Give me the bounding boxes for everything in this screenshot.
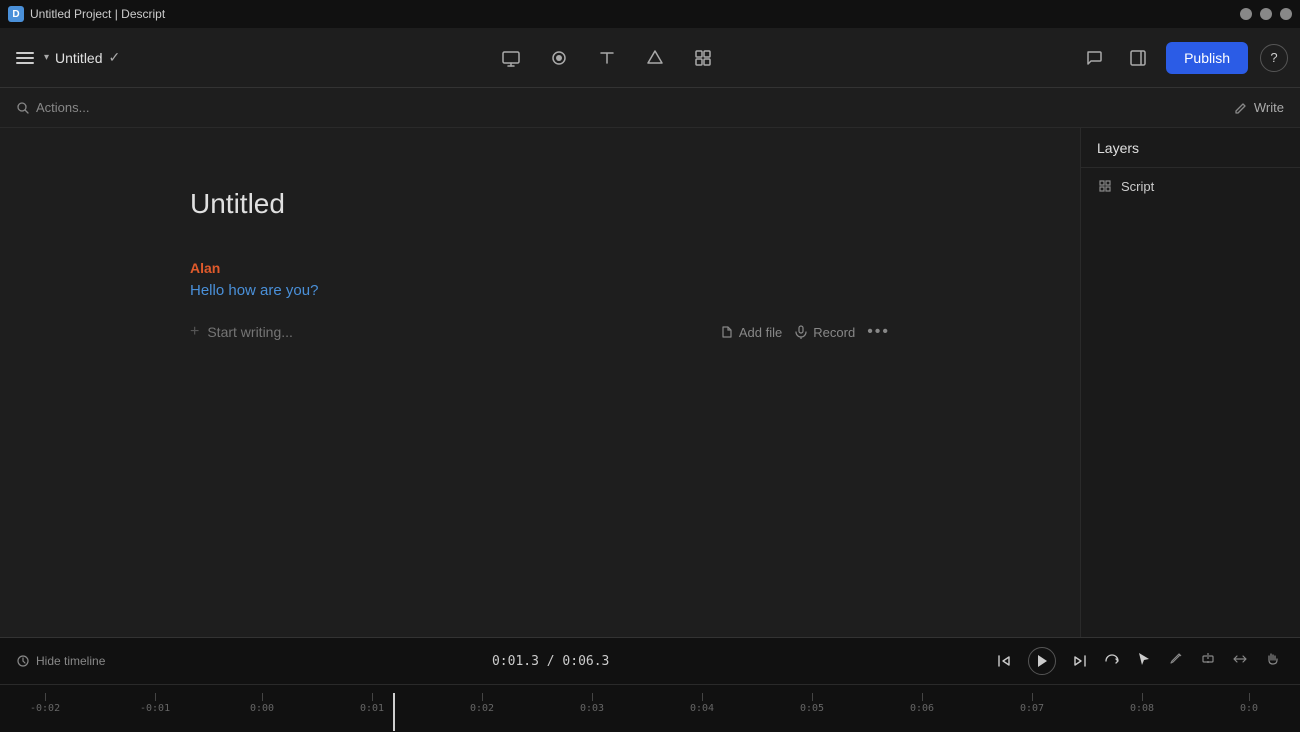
ruler-mark: 0:03 [580, 693, 604, 714]
app-icon: D [8, 6, 24, 22]
grid-button[interactable] [687, 42, 719, 74]
loop-button[interactable] [1104, 653, 1120, 669]
ruler-mark: 0:04 [690, 693, 714, 714]
cursor-icon [1136, 651, 1152, 667]
timeline-right-tools [1132, 647, 1284, 675]
hand-tool-button[interactable] [1260, 647, 1284, 675]
title-bar: D Untitled Project | Descript [0, 0, 1300, 28]
window-title: Untitled Project | Descript [30, 7, 165, 21]
menu-chevron[interactable]: ▾ [44, 52, 49, 63]
layers-header: Layers [1081, 128, 1300, 168]
write-actions: Add file Record ••• [720, 323, 890, 341]
timeline-time-display: 0:01.3 / 0:06.3 [117, 654, 984, 669]
save-status-icon: ✓ [109, 49, 121, 66]
toolbar-left: ▾ Untitled ✓ [12, 48, 120, 68]
timeline-icon [16, 654, 30, 668]
record-button[interactable] [543, 42, 575, 74]
ruler-mark: 0:06 [910, 693, 934, 714]
shape-button[interactable] [639, 42, 671, 74]
ruler-mark: 0:0 [1240, 693, 1258, 714]
dialogue-text[interactable]: Hello how are you? [190, 282, 890, 299]
timeline-area: Hide timeline 0:01.3 / 0:06.3 [0, 637, 1300, 732]
speaker-label[interactable]: Alan [190, 260, 890, 276]
add-block-button[interactable]: + [190, 323, 199, 341]
microphone-icon [794, 325, 808, 339]
project-name[interactable]: Untitled [55, 50, 102, 66]
write-line: + Add file [190, 323, 890, 341]
cursor-tool-button[interactable] [1132, 647, 1156, 675]
toolbar-right: Publish ? [1078, 42, 1288, 74]
window-controls [1240, 8, 1292, 20]
transport-controls [996, 647, 1120, 675]
script-icon [1097, 178, 1113, 194]
actions-search[interactable]: Actions... [16, 100, 89, 115]
editor-area: Untitled Alan Hello how are you? + Add f… [0, 128, 1080, 637]
publish-button[interactable]: Publish [1166, 42, 1248, 74]
expand-tool-button[interactable] [1228, 647, 1252, 675]
ruler-mark: 0:05 [800, 693, 824, 714]
ruler-mark: -0:01 [140, 693, 170, 714]
minimize-button[interactable] [1240, 8, 1252, 20]
add-file-icon [720, 325, 734, 339]
hide-timeline-button[interactable]: Hide timeline [16, 654, 105, 668]
document-title[interactable]: Untitled [190, 188, 890, 220]
add-file-button[interactable]: Add file [720, 325, 782, 340]
ruler-mark: 0:07 [1020, 693, 1044, 714]
pencil-tool-button[interactable] [1164, 647, 1188, 675]
more-options-button[interactable]: ••• [867, 323, 890, 341]
actions-bar: Actions... Write [0, 88, 1300, 128]
play-button[interactable] [1028, 647, 1056, 675]
skip-back-button[interactable] [996, 653, 1012, 669]
search-icon [16, 101, 30, 115]
right-panel: Layers Script [1080, 128, 1300, 637]
hamburger-icon [16, 57, 34, 59]
playhead [393, 693, 395, 731]
timeline-controls: Hide timeline 0:01.3 / 0:06.3 [0, 638, 1300, 685]
menu-button[interactable] [12, 48, 38, 68]
comment-button[interactable] [1078, 42, 1110, 74]
main-toolbar: ▾ Untitled ✓ [0, 28, 1300, 88]
main-area: Untitled Alan Hello how are you? + Add f… [0, 128, 1300, 637]
ruler-mark: 0:00 [250, 693, 274, 714]
toolbar-center [144, 42, 1070, 74]
hamburger-icon [16, 52, 34, 54]
ruler-mark: 0:08 [1130, 693, 1154, 714]
maximize-button[interactable] [1260, 8, 1272, 20]
clip-icon [1200, 651, 1216, 667]
record-audio-button[interactable]: Record [794, 325, 855, 340]
hand-icon [1264, 651, 1280, 667]
write-icon [1234, 101, 1248, 115]
ruler-mark: 0:01 [360, 693, 384, 714]
write-input[interactable] [207, 324, 712, 340]
expand-icon [1232, 651, 1248, 667]
ruler-track: -0:02 -0:01 0:00 0:01 0:02 0:03 [0, 693, 1300, 732]
hamburger-icon [16, 62, 34, 64]
clip-tool-button[interactable] [1196, 647, 1220, 675]
play-icon [1036, 654, 1048, 668]
panel-toggle-button[interactable] [1122, 42, 1154, 74]
screen-record-button[interactable] [495, 42, 527, 74]
write-button[interactable]: Write [1234, 100, 1284, 115]
close-button[interactable] [1280, 8, 1292, 20]
text-button[interactable] [591, 42, 623, 74]
skip-forward-button[interactable] [1072, 653, 1088, 669]
help-button[interactable]: ? [1260, 44, 1288, 72]
ruler-mark: -0:02 [30, 693, 60, 714]
title-bar-left: D Untitled Project | Descript [8, 6, 165, 22]
ruler-mark: 0:02 [470, 693, 494, 714]
script-layer-item[interactable]: Script [1081, 168, 1300, 204]
timeline-ruler: -0:02 -0:01 0:00 0:01 0:02 0:03 [0, 685, 1300, 732]
pencil-icon [1168, 651, 1184, 667]
editor-content: Untitled Alan Hello how are you? + Add f… [190, 128, 890, 341]
